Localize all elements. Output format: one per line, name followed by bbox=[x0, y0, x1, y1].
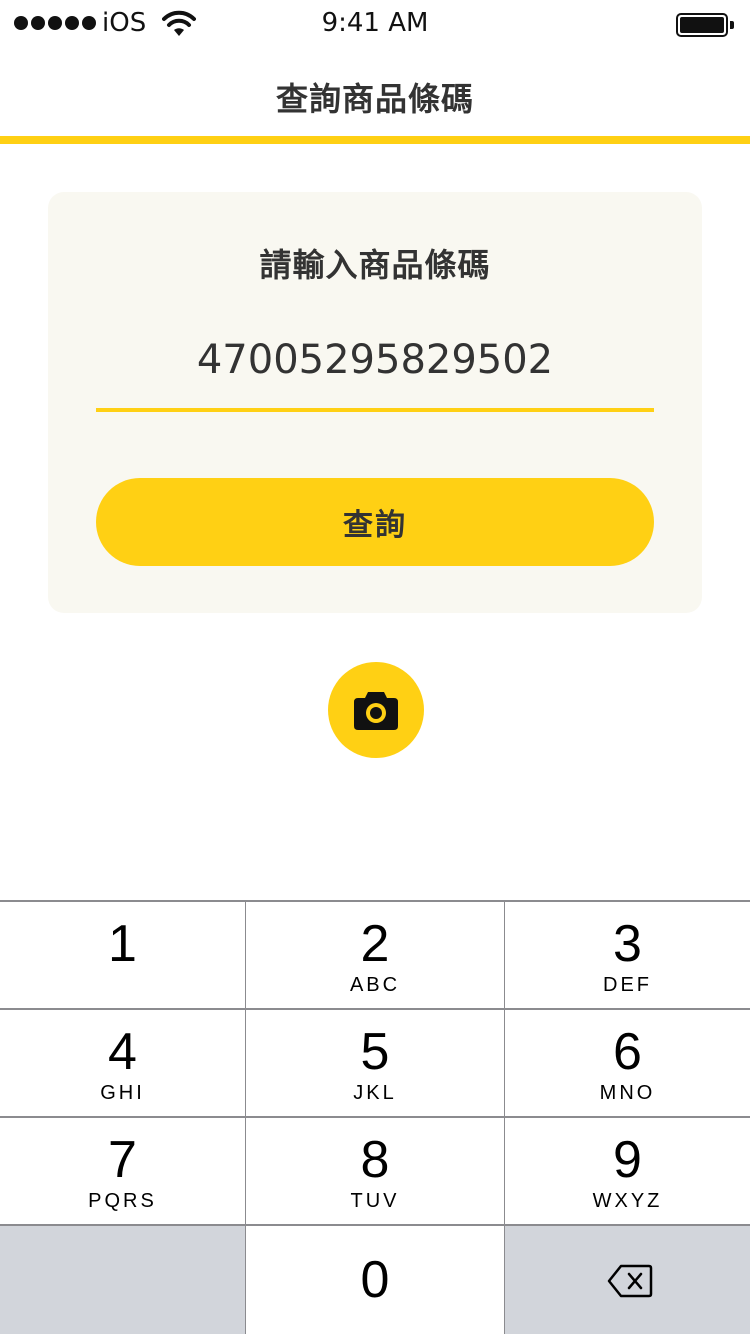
key-digit: 8 bbox=[360, 1131, 390, 1189]
backspace-icon bbox=[607, 1264, 653, 1298]
query-button[interactable]: 查詢 bbox=[96, 478, 654, 566]
key-3[interactable]: 3 DEF bbox=[505, 902, 750, 1008]
key-7[interactable]: 7 PQRS bbox=[0, 1118, 245, 1224]
key-letters: MNO bbox=[599, 1082, 656, 1104]
key-digit: 7 bbox=[108, 1131, 137, 1189]
key-digit: 1 bbox=[108, 915, 137, 973]
key-4[interactable]: 4 GHI bbox=[0, 1010, 245, 1116]
key-2[interactable]: 2 ABC bbox=[246, 902, 504, 1008]
key-6[interactable]: 6 MNO bbox=[505, 1010, 750, 1116]
key-digit: 4 bbox=[108, 1023, 137, 1081]
key-letters: TUV bbox=[350, 1190, 400, 1212]
navigation-bar: 查詢商品條碼 bbox=[0, 48, 750, 136]
scan-camera-button[interactable] bbox=[328, 662, 424, 758]
key-5[interactable]: 5 JKL bbox=[246, 1010, 504, 1116]
key-digit: 9 bbox=[613, 1131, 642, 1189]
key-letters: ABC bbox=[349, 974, 401, 996]
key-0[interactable]: 0 bbox=[246, 1226, 504, 1334]
key-digit: 3 bbox=[613, 915, 642, 973]
status-bar: iOS 9:41 AM bbox=[0, 0, 750, 48]
key-blank bbox=[0, 1226, 245, 1334]
numeric-keypad: 1 2 ABC 3 DEF 4 GHI 5 JKL 6 MNO 7 PQRS 8… bbox=[0, 900, 750, 1334]
barcode-input[interactable] bbox=[96, 328, 654, 412]
key-digit: 2 bbox=[360, 915, 390, 973]
backspace-key[interactable] bbox=[505, 1226, 750, 1334]
page-title: 查詢商品條碼 bbox=[275, 80, 474, 118]
key-digit: 6 bbox=[613, 1023, 642, 1081]
battery-icon bbox=[676, 13, 734, 37]
barcode-query-card: 請輸入商品條碼 查詢 bbox=[48, 192, 702, 613]
key-9[interactable]: 9 WXYZ bbox=[505, 1118, 750, 1224]
key-digit: 5 bbox=[360, 1023, 390, 1081]
key-1[interactable]: 1 bbox=[0, 902, 245, 1008]
key-letters: GHI bbox=[100, 1082, 145, 1104]
key-digit: 0 bbox=[360, 1251, 390, 1309]
status-time: 9:41 AM bbox=[321, 8, 429, 38]
key-letters: JKL bbox=[353, 1082, 397, 1104]
nav-accent-divider bbox=[0, 136, 750, 144]
key-letters: DEF bbox=[603, 974, 652, 996]
camera-icon bbox=[354, 692, 398, 730]
key-letters: WXYZ bbox=[592, 1190, 663, 1212]
key-letters: PQRS bbox=[88, 1190, 157, 1212]
barcode-prompt: 請輸入商品條碼 bbox=[259, 246, 491, 284]
key-8[interactable]: 8 TUV bbox=[246, 1118, 504, 1224]
